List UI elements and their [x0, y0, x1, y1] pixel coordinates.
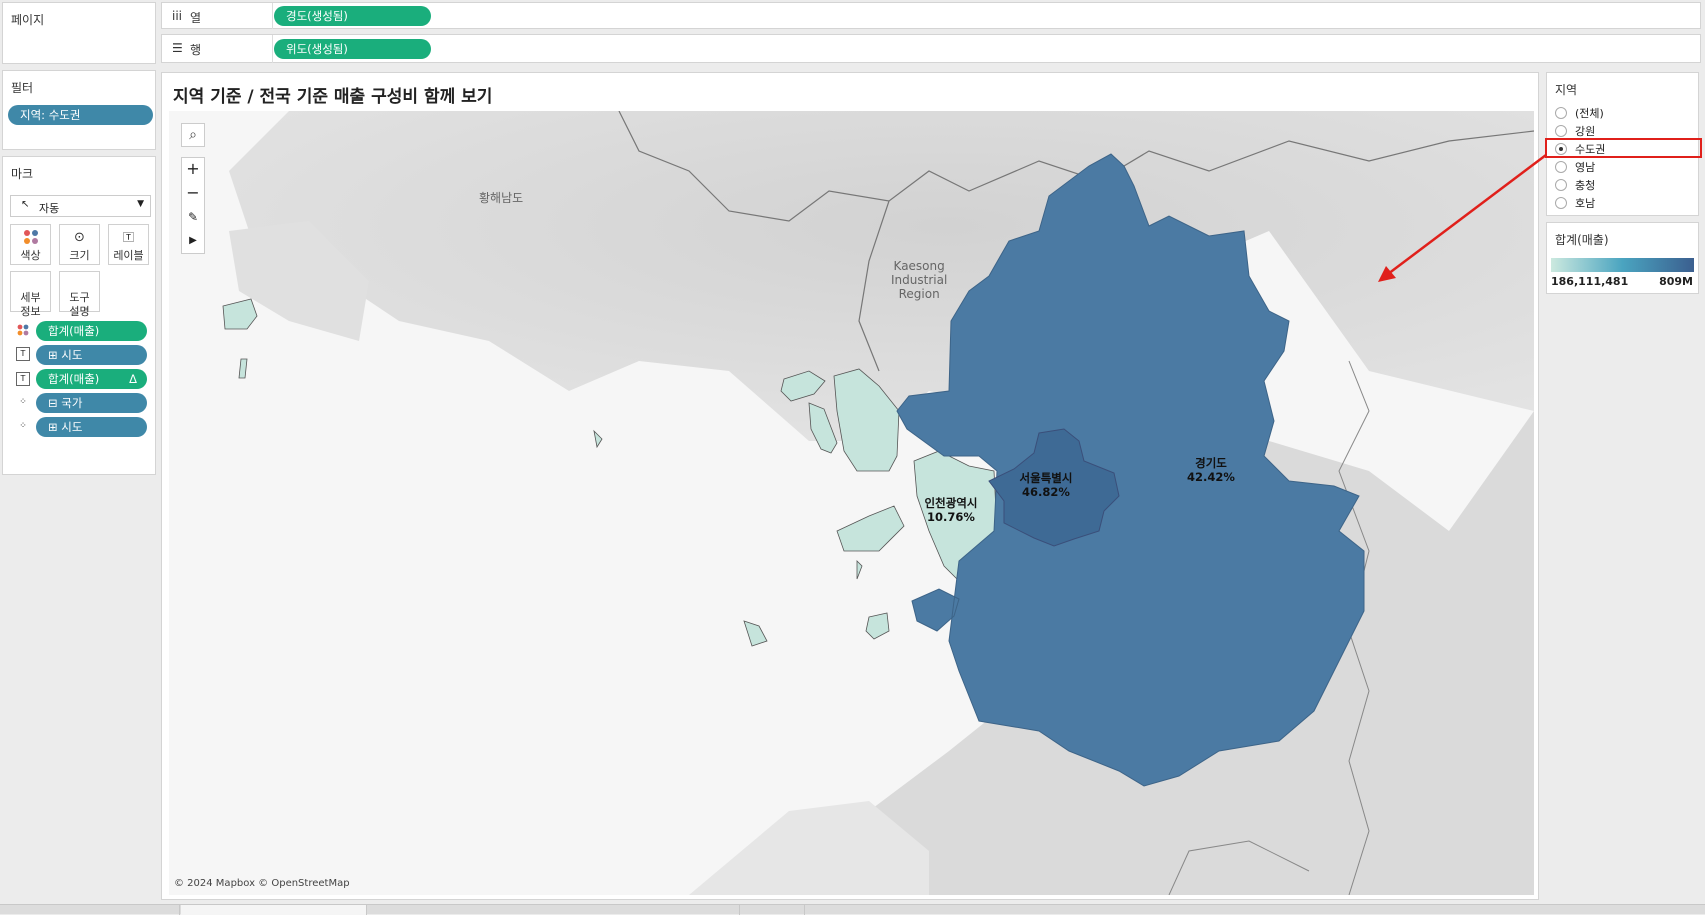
chevron-down-icon: ▼ — [137, 199, 144, 209]
rows-icon: ☰ — [172, 41, 183, 55]
text-icon: T — [16, 372, 30, 386]
region-name-incheon: 인천광역시 — [924, 496, 978, 510]
play-icon: ▶ — [189, 235, 197, 246]
filter-region-pill[interactable]: 지역: 수도권 — [8, 105, 153, 125]
search-icon: ⌕ — [189, 127, 197, 143]
mark-type-value: 자동 — [39, 202, 60, 215]
color-legend-card: 합계(매출) 186,111,481 809M — [1546, 222, 1699, 294]
region-name-seoul: 서울특별시 — [1019, 471, 1073, 485]
region-option-label: 강원 — [1575, 125, 1596, 138]
detail-button[interactable]: 세부 정보 — [10, 271, 51, 318]
legend-min: 186,111,481 — [1551, 275, 1629, 288]
map-canvas[interactable] — [169, 111, 1534, 895]
radio-icon — [1555, 161, 1567, 173]
color-dots-icon — [16, 324, 30, 338]
viz-title: 지역 기준 / 전국 기준 매출 구성비 함께 보기 — [173, 87, 493, 107]
plus-icon: + — [186, 159, 200, 178]
legend-gradient — [1551, 258, 1694, 272]
region-label-incheon: 인천광역시 10.76% — [916, 496, 986, 524]
mark-type-dropdown[interactable]: ↖ 자동 ▼ — [10, 195, 151, 217]
tooltip-button-label: 도구 설명 — [69, 291, 90, 318]
region-option-chungcheong[interactable]: 충청 — [1555, 178, 1595, 194]
pin-icon: ✎ — [187, 210, 199, 224]
region-name-gyeonggi: 경기도 — [1195, 456, 1227, 470]
radio-icon — [1555, 179, 1567, 191]
pages-label: 페이지 — [11, 13, 45, 27]
region-option-label: 충청 — [1575, 179, 1596, 192]
map-label-hwanghae: 황해남도 — [479, 191, 524, 205]
minus-icon: − — [186, 183, 200, 202]
detail-button-label: 세부 정보 — [20, 291, 41, 318]
marks-title: 마크 — [11, 167, 34, 181]
columns-divider — [272, 3, 273, 29]
filters-card: 필터 지역: 수도권 — [2, 70, 156, 150]
detail-dots-icon: ⁘ — [19, 421, 27, 431]
filters-title: 필터 — [11, 81, 34, 95]
map-area[interactable]: 황해남도 Kaesong Industrial Region 서울특별시 46.… — [169, 111, 1534, 895]
color-icon — [11, 229, 50, 247]
pages-shelf[interactable]: 페이지 — [2, 2, 156, 64]
map-tools-button[interactable]: ▶ — [182, 230, 204, 254]
region-filter-title: 지역 — [1555, 83, 1578, 97]
region-option-honam[interactable]: 호남 — [1555, 196, 1595, 212]
mark-pill-label-sales-text: 합계(매출) — [48, 372, 100, 386]
size-icon: ⊙ — [74, 230, 85, 245]
mark-pill-detail-country[interactable]: ⊟ 국가 — [36, 393, 147, 413]
label-button[interactable]: 🅃 레이블 — [108, 224, 149, 265]
text-icon: T — [16, 347, 30, 361]
tooltip-button[interactable]: 도구 설명 — [59, 271, 100, 318]
region-pct-gyeonggi: 42.42% — [1187, 470, 1235, 484]
map-label-kaesong: Kaesong Industrial Region — [891, 259, 948, 301]
zoom-out-button[interactable]: − — [182, 182, 204, 206]
color-button-label: 색상 — [20, 249, 41, 262]
color-button[interactable]: 색상 — [10, 224, 51, 265]
detail-dots-icon: ⁘ — [19, 397, 27, 407]
region-option-all[interactable]: (전체) — [1555, 106, 1604, 122]
viz-worksheet: 지역 기준 / 전국 기준 매출 구성비 함께 보기 황해남도 Kaesong … — [161, 72, 1539, 900]
region-pct-incheon: 10.76% — [927, 510, 975, 524]
label-button-label: 레이블 — [113, 249, 144, 262]
marks-card: 마크 ↖ 자동 ▼ 색상 ⊙ 크기 🅃 레이블 세부 정보 도구 설명 합계(매… — [2, 156, 156, 475]
mark-pill-color-sales[interactable]: 합계(매출) — [36, 321, 147, 341]
region-pct-seoul: 46.82% — [1022, 485, 1070, 499]
mark-pill-detail-sido[interactable]: ⊞ 시도 — [36, 417, 147, 437]
zoom-in-button[interactable]: + — [182, 158, 204, 182]
map-zoom-group: + − ✎ ▶ — [181, 157, 205, 254]
radio-icon — [1555, 107, 1567, 119]
region-option-label: (전체) — [1575, 107, 1604, 120]
region-label-seoul: 서울특별시 46.82% — [1014, 471, 1078, 499]
map-search-button[interactable]: ⌕ — [181, 123, 205, 147]
radio-icon — [1555, 125, 1567, 137]
map-attribution: © 2024 Mapbox © OpenStreetMap — [174, 878, 350, 889]
region-option-yeongnam[interactable]: 영남 — [1555, 160, 1595, 176]
pin-map-button[interactable]: ✎ — [182, 206, 204, 230]
rows-label: 행 — [190, 43, 202, 57]
rows-divider — [272, 35, 273, 63]
region-label-gyeonggi: 경기도 42.42% — [1183, 456, 1239, 484]
legend-max: 809M — [1659, 275, 1693, 288]
text-icon: 🅃 — [123, 231, 134, 244]
radio-icon — [1555, 197, 1567, 209]
size-button-label: 크기 — [69, 249, 90, 262]
region-option-label: 호남 — [1575, 197, 1596, 210]
columns-label: 열 — [190, 11, 202, 25]
latitude-pill[interactable]: 위도(생성됨) — [274, 39, 431, 59]
selection-highlight-box — [1545, 138, 1702, 158]
sheet-tab-bar — [0, 904, 1705, 915]
mark-type-icon: ↖ — [21, 199, 30, 210]
legend-title: 합계(매출) — [1555, 233, 1609, 247]
rows-shelf[interactable]: ☰ 행 위도(생성됨) — [161, 34, 1701, 63]
mark-pill-label-sido[interactable]: ⊞ 시도 — [36, 345, 147, 365]
delta-icon: Δ — [129, 372, 137, 386]
longitude-pill[interactable]: 경도(생성됨) — [274, 6, 431, 26]
size-button[interactable]: ⊙ 크기 — [59, 224, 100, 265]
columns-shelf[interactable]: iii 열 경도(생성됨) — [161, 2, 1701, 29]
columns-icon: iii — [172, 9, 183, 23]
mark-pill-label-sales[interactable]: 합계(매출) Δ — [36, 369, 147, 389]
region-option-label: 영남 — [1575, 161, 1596, 174]
color-dots-icon — [23, 230, 38, 244]
